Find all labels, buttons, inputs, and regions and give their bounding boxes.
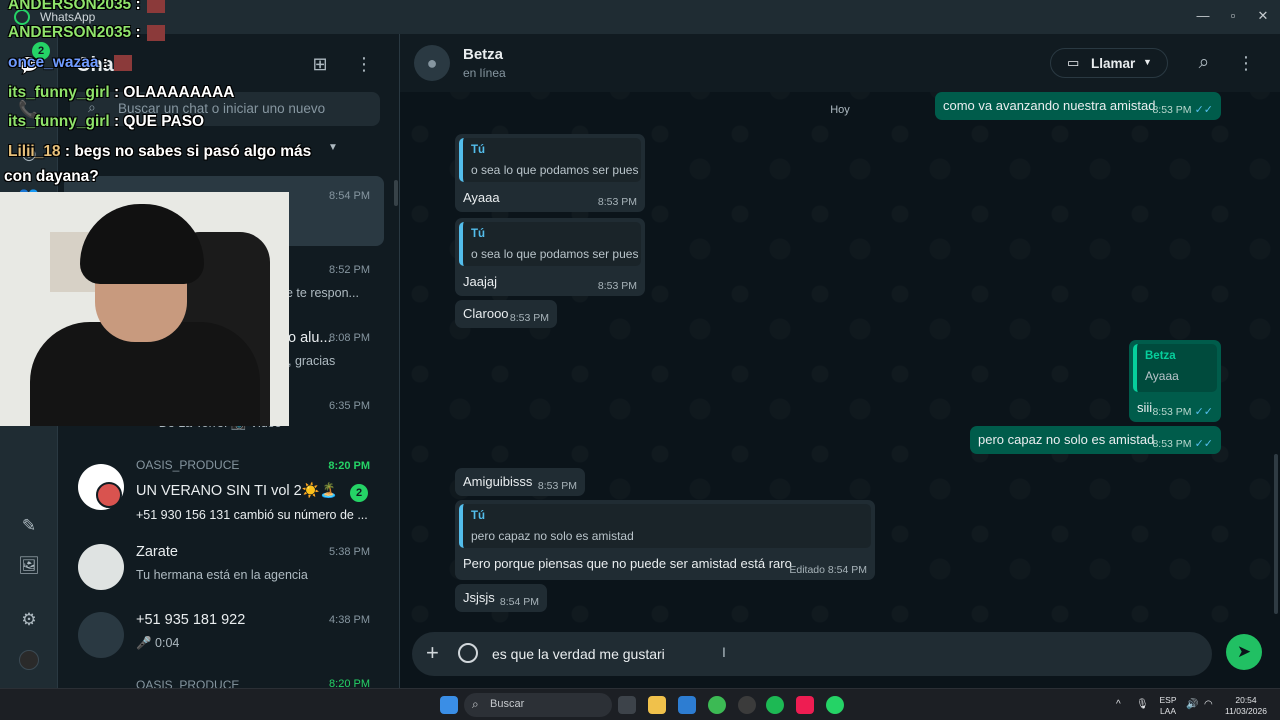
- contact-name[interactable]: Betza: [463, 46, 503, 63]
- media-gallery-icon[interactable]: 🖼: [17, 554, 41, 578]
- message-bubble[interactable]: Tú o sea lo que podamos ser pues Ayaaa 8…: [455, 134, 645, 212]
- window-titlebar: WhatsApp — ▫ ✕: [0, 0, 1280, 34]
- chat-list-item[interactable]: OASIS_PRODUCE 8:20 PM UN VERANO SIN TI v…: [58, 452, 384, 522]
- message-bubble[interactable]: Tú pero capaz no solo es amistad Pero po…: [455, 500, 875, 580]
- tiktok-icon[interactable]: [796, 696, 814, 714]
- call-button[interactable]: ▭ Llamar ▼: [1050, 48, 1168, 78]
- search-icon: ⌕: [88, 99, 96, 115]
- file-explorer-icon[interactable]: [648, 696, 666, 714]
- taskbar-clock[interactable]: 20:54 11/03/2026: [1222, 695, 1270, 717]
- obs-icon[interactable]: [738, 696, 756, 714]
- windows-taskbar: ⌕ Buscar ^ 🎙 ESP LAA 🔊 ◠ 20:54 11/03/2026: [0, 688, 1280, 720]
- message-input-value: es que la verdad me gustari: [492, 646, 665, 662]
- menu-icon[interactable]: ⋮: [1232, 49, 1260, 77]
- quoted-message[interactable]: Tú pero capaz no solo es amistad: [459, 504, 871, 548]
- unread-badge: 2: [350, 484, 368, 502]
- spotify-icon[interactable]: [766, 696, 784, 714]
- read-receipt-icon: ✓✓: [1194, 104, 1213, 116]
- message-bubble[interactable]: pero capaz no solo es amistad 8:53 PM ✓✓: [970, 426, 1221, 454]
- search-icon: ⌕: [472, 697, 479, 711]
- minimize-button[interactable]: —: [1186, 5, 1220, 27]
- community-name: OASIS_PRODUCE: [136, 458, 240, 472]
- chevron-down-icon: ▼: [1143, 57, 1152, 67]
- message-bubble[interactable]: Amiguibisss 8:53 PM: [455, 468, 585, 496]
- whatsapp-icon[interactable]: [826, 696, 844, 714]
- quoted-message[interactable]: Tú o sea lo que podamos ser pues: [459, 138, 641, 182]
- sidebar-title: Chat: [76, 54, 121, 76]
- task-view-icon[interactable]: [618, 696, 636, 714]
- status-icon[interactable]: ◎: [17, 142, 41, 166]
- search-input[interactable]: ⌕ Buscar un chat o iniciar uno nuevo: [70, 92, 380, 126]
- chrome-icon[interactable]: [708, 696, 726, 714]
- window-title: WhatsApp: [40, 10, 96, 24]
- menu-icon[interactable]: ⋮: [350, 50, 378, 78]
- message-bubble[interactable]: Betza Ayaaa siii 8:53 PM ✓✓: [1129, 340, 1221, 422]
- read-receipt-icon: ✓✓: [1194, 438, 1213, 450]
- wifi-icon[interactable]: ◠: [1204, 699, 1213, 710]
- search-placeholder: Buscar un chat o iniciar uno nuevo: [118, 101, 326, 116]
- chat-list-item[interactable]: +51 935 181 922 4:38 PM 🎤 0:04: [58, 600, 384, 670]
- windows-start-icon[interactable]: [440, 696, 458, 714]
- date-chip: Hoy: [830, 104, 850, 116]
- send-button[interactable]: ➤: [1226, 634, 1262, 670]
- sidebar-scrollbar[interactable]: [394, 180, 398, 206]
- chat-list-item[interactable]: Zarate 5:38 PM Tu hermana está en la age…: [58, 532, 384, 602]
- contact-avatar[interactable]: ●: [414, 45, 450, 81]
- attach-plus-icon[interactable]: +: [426, 640, 439, 666]
- conversation-scrollbar[interactable]: [1274, 454, 1278, 614]
- starred-messages-icon[interactable]: ✎: [17, 514, 41, 538]
- message-bubble[interactable]: como va avanzando nuestra amistad 8:53 P…: [935, 92, 1221, 120]
- quoted-message[interactable]: Tú o sea lo que podamos ser pues: [459, 222, 641, 266]
- chevron-up-icon[interactable]: ^: [1116, 699, 1121, 710]
- taskbar-search-input[interactable]: ⌕ Buscar: [464, 693, 612, 717]
- conversation-header: ● Betza en línea ▭ Llamar ▼ ⌕ ⋮: [400, 34, 1280, 92]
- whatsapp-logo-icon: [14, 9, 30, 25]
- contact-avatar: [78, 544, 124, 590]
- close-button[interactable]: ✕: [1246, 5, 1280, 27]
- new-chat-icon[interactable]: ⊞: [306, 50, 334, 78]
- video-camera-icon: ▭: [1067, 55, 1080, 70]
- message-bubble[interactable]: Tú o sea lo que podamos ser pues Jaajaj …: [455, 218, 645, 296]
- language-indicator[interactable]: ESP LAA: [1156, 695, 1180, 717]
- store-icon[interactable]: [678, 696, 696, 714]
- search-icon[interactable]: ⌕: [1190, 49, 1218, 77]
- microphone-icon[interactable]: 🎙: [1136, 699, 1149, 710]
- community-avatar: [96, 482, 122, 508]
- chats-unread-badge: 2: [32, 42, 50, 60]
- message-composer: + es que la verdad me gustari I ➤: [400, 632, 1280, 688]
- default-avatar-icon: [78, 612, 124, 658]
- message-bubble[interactable]: Jsjsjs 8:54 PM: [455, 584, 547, 612]
- read-receipt-icon: ✓✓: [1194, 406, 1213, 418]
- sticker-emoji-icon[interactable]: [458, 643, 478, 663]
- text-cursor-icon: I: [722, 644, 726, 660]
- volume-icon[interactable]: 🔊: [1186, 699, 1198, 710]
- profile-avatar[interactable]: [19, 650, 39, 670]
- chat-list-item[interactable]: OASIS_PRODUCE 8:20 PM: [58, 674, 384, 688]
- quoted-message[interactable]: Betza Ayaaa: [1133, 344, 1217, 392]
- contact-status: en línea: [463, 66, 506, 80]
- maximize-button[interactable]: ▫: [1216, 5, 1250, 27]
- message-bubble[interactable]: Clarooo 8:53 PM: [455, 300, 557, 328]
- webcam-overlay: [0, 192, 289, 426]
- filter-chevron-icon[interactable]: ▼: [328, 142, 338, 153]
- calls-icon[interactable]: 📞: [17, 98, 41, 122]
- message-input[interactable]: + es que la verdad me gustari I: [412, 632, 1212, 676]
- conversation-panel: ● Betza en línea ▭ Llamar ▼ ⌕ ⋮ Hoy como…: [400, 34, 1280, 688]
- settings-icon[interactable]: ⚙: [17, 608, 41, 632]
